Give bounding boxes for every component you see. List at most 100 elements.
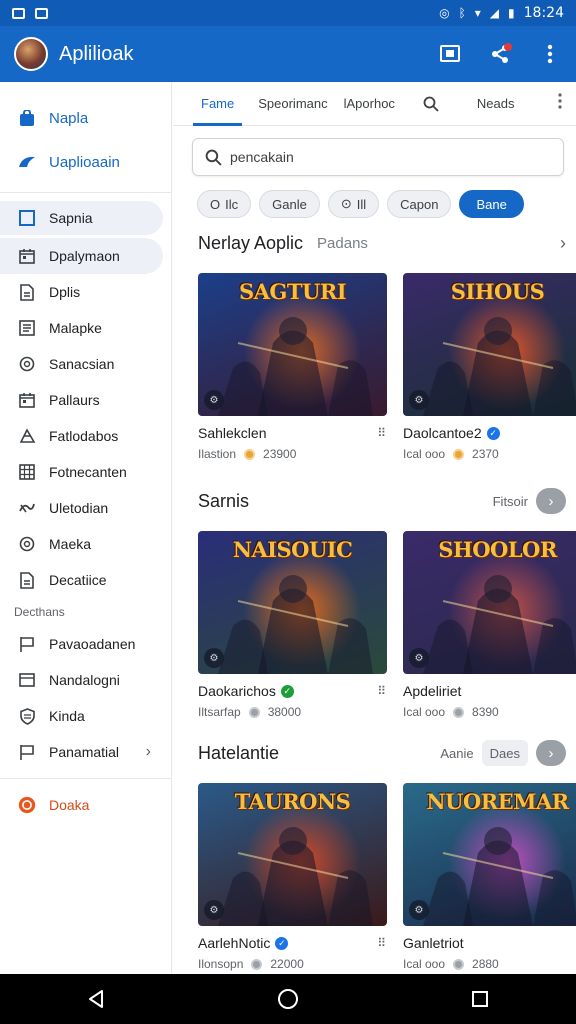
- sidebar-item-pallaurs[interactable]: Pallaurs: [0, 382, 163, 418]
- tab-fame[interactable]: Fame: [193, 82, 243, 126]
- sidebar-item-sapnia[interactable]: Sapnia: [0, 201, 163, 235]
- link-icon: [18, 499, 36, 517]
- sidebar-item-fatlodabos[interactable]: Fatlodabos: [0, 418, 163, 454]
- card-meta: Ical ooo 2880: [403, 957, 576, 971]
- more-options-icon[interactable]: ⠿: [377, 936, 387, 950]
- bag-icon: [18, 109, 36, 127]
- home-button[interactable]: [268, 979, 308, 1019]
- explore-icon: [18, 153, 36, 171]
- filter-chip-bane[interactable]: Bane: [459, 190, 524, 218]
- notification-icon: [12, 7, 25, 19]
- game-title: Daolcantoe2: [403, 425, 482, 441]
- section-header: Hatelantie Aanie Daes ›: [198, 738, 566, 768]
- coin-icon: [251, 958, 263, 970]
- sidebar-item-label: Fotnecanten: [49, 464, 127, 480]
- sidebar-item-sanacsian[interactable]: Sanacsian: [0, 346, 163, 382]
- game-thumbnail[interactable]: NUOREMAR ⚙: [403, 783, 576, 926]
- search-bar[interactable]: [192, 138, 564, 176]
- sidebar-item-uletodian[interactable]: Uletodian: [0, 490, 163, 526]
- tab-speorimanc[interactable]: Speorimanc: [250, 82, 335, 126]
- game-thumbnail[interactable]: SAGTURI ⚙: [198, 273, 387, 416]
- card-title-row: Apdeliriet⠿: [403, 682, 576, 700]
- tab-neads[interactable]: Neads: [469, 82, 523, 126]
- section-next-button[interactable]: ›: [536, 740, 566, 766]
- more-options-icon[interactable]: ⠿: [377, 684, 387, 698]
- sidebar-item-label: Pavaoadanen: [49, 636, 136, 652]
- verified-badge-icon: ✓: [486, 426, 500, 440]
- tab-laporhoc[interactable]: lAporhoc: [336, 82, 403, 126]
- tab-search[interactable]: [415, 82, 447, 126]
- game-count: 2370: [472, 447, 499, 461]
- sidebar-item-doaka[interactable]: Doaka: [0, 787, 163, 823]
- share-icon[interactable]: [488, 42, 512, 66]
- game-meta-label: Ilonsopn: [198, 957, 244, 971]
- sidebar-item-label: Fatlodabos: [49, 428, 119, 444]
- content-section: Hatelantie Aanie Daes › TAURONS ⚙ AarlehNotic ✓…: [198, 738, 576, 971]
- game-card[interactable]: SAGTURI ⚙ Sahlekclen ⠿ Ilastion 23900: [198, 273, 387, 461]
- section-pill-button[interactable]: Daes: [481, 740, 528, 766]
- section-more-link[interactable]: Aanie: [440, 746, 473, 761]
- game-title: Daokarichos: [198, 683, 276, 699]
- sidebar-item-nandalogni[interactable]: Nandalogni: [0, 662, 163, 698]
- game-thumbnail[interactable]: SHOOLOR ⚙: [403, 531, 576, 674]
- card-meta: Ical ooo 2370: [403, 447, 576, 461]
- filter-chip-ganle[interactable]: Ganle: [259, 190, 320, 218]
- game-card[interactable]: TAURONS ⚙ AarlehNotic ✓ ⠿ Ilonsopn 22000: [198, 783, 387, 971]
- game-card[interactable]: NUOREMAR ⚙ Ganletriot⠿ Ical ooo 2880: [403, 783, 576, 971]
- section-subtitle[interactable]: Padans: [317, 235, 368, 252]
- circle-icon: [18, 535, 36, 553]
- more-options-icon[interactable]: ⠿: [377, 426, 387, 440]
- sidebar-item-kinda[interactable]: Kinda: [0, 698, 163, 734]
- search-icon: [205, 149, 222, 166]
- content-section: Nerlay Aoplic Padans › SAGTURI ⚙ Sahlekclen ⠿ I…: [198, 228, 576, 461]
- sidebar-item-label: Nandalogni: [49, 672, 120, 688]
- chip-prefix-icon: ⊙: [340, 196, 352, 211]
- search-input[interactable]: [230, 149, 530, 165]
- game-thumbnail[interactable]: TAURONS ⚙: [198, 783, 387, 926]
- sidebar-item-dpalymaon[interactable]: Dpalymaon: [0, 238, 163, 274]
- square-icon: [18, 209, 36, 227]
- filter-chip-ilc[interactable]: O Ilc: [197, 190, 252, 218]
- game-count: 8390: [472, 705, 499, 719]
- chip-label: Capon: [400, 196, 439, 212]
- game-card[interactable]: SHOOLOR ⚙ Apdeliriet⠿ Ical ooo 8390: [403, 531, 576, 719]
- section-more-link[interactable]: Fitsoir: [493, 494, 528, 509]
- sidebar-item-label: Sapnia: [49, 210, 93, 226]
- filter-chip-ill[interactable]: ⊙ Ill: [327, 190, 380, 218]
- sidebar-item-panamatial[interactable]: Panamatial ›: [0, 734, 163, 770]
- sidebar-item-uaplioaain[interactable]: Uaplioaain: [0, 144, 163, 180]
- tabs-more-icon[interactable]: [558, 93, 562, 112]
- sidebar-item-decatiice[interactable]: Decatiice: [0, 562, 163, 598]
- back-button[interactable]: [76, 979, 116, 1019]
- sidebar-item-pavaoadanen[interactable]: Pavaoadanen: [0, 626, 163, 662]
- filter-chip-capon[interactable]: Capon: [387, 190, 452, 218]
- section-header: Sarnis Fitsoir ›: [198, 486, 566, 516]
- sidebar-item-label: Pallaurs: [49, 392, 100, 408]
- main-content: Fame Speorimanc lAporhoc Neads O Ilc Ganle…: [173, 82, 576, 974]
- section-title: Nerlay Aoplic: [198, 232, 304, 253]
- game-count: 2880: [472, 957, 499, 971]
- chip-label: Ganle: [272, 196, 307, 212]
- recents-button[interactable]: [460, 979, 500, 1019]
- chevron-right-icon: ›: [145, 743, 151, 760]
- game-thumbnail[interactable]: NAISOUIC ⚙: [198, 531, 387, 674]
- game-card[interactable]: SIHOUS⚙Daolcantoe2✓⠿Ical ooo2370: [403, 273, 576, 461]
- screenshot-icon[interactable]: [438, 42, 462, 66]
- sidebar-item-dplis[interactable]: Dplis: [0, 274, 163, 310]
- game-card[interactable]: NAISOUIC ⚙ Daokarichos ✓ ⠿ Iltsarfap 38000: [198, 531, 387, 719]
- overflow-menu-icon[interactable]: [538, 42, 562, 66]
- avatar[interactable]: [14, 37, 48, 71]
- sidebar-item-malapke[interactable]: Malapke: [0, 310, 163, 346]
- battery-icon: ▮: [508, 6, 515, 20]
- game-count: 22000: [270, 957, 304, 971]
- chevron-right-icon: ›: [548, 744, 554, 762]
- section-next-button[interactable]: ›: [536, 488, 566, 514]
- sidebar-item-maeka[interactable]: Maeka: [0, 526, 163, 562]
- game-thumbnail[interactable]: SIHOUS ⚙: [403, 273, 576, 416]
- sidebar-item-napla[interactable]: Napla: [0, 100, 163, 136]
- sidebar-item-label: Uletodian: [49, 500, 109, 516]
- chevron-right-icon[interactable]: ›: [560, 233, 566, 254]
- sidebar-item-fotnecanten[interactable]: Fotnecanten: [0, 454, 163, 490]
- thumbnail-logo: NAISOUIC: [232, 537, 353, 562]
- puzzle-icon: [18, 427, 36, 445]
